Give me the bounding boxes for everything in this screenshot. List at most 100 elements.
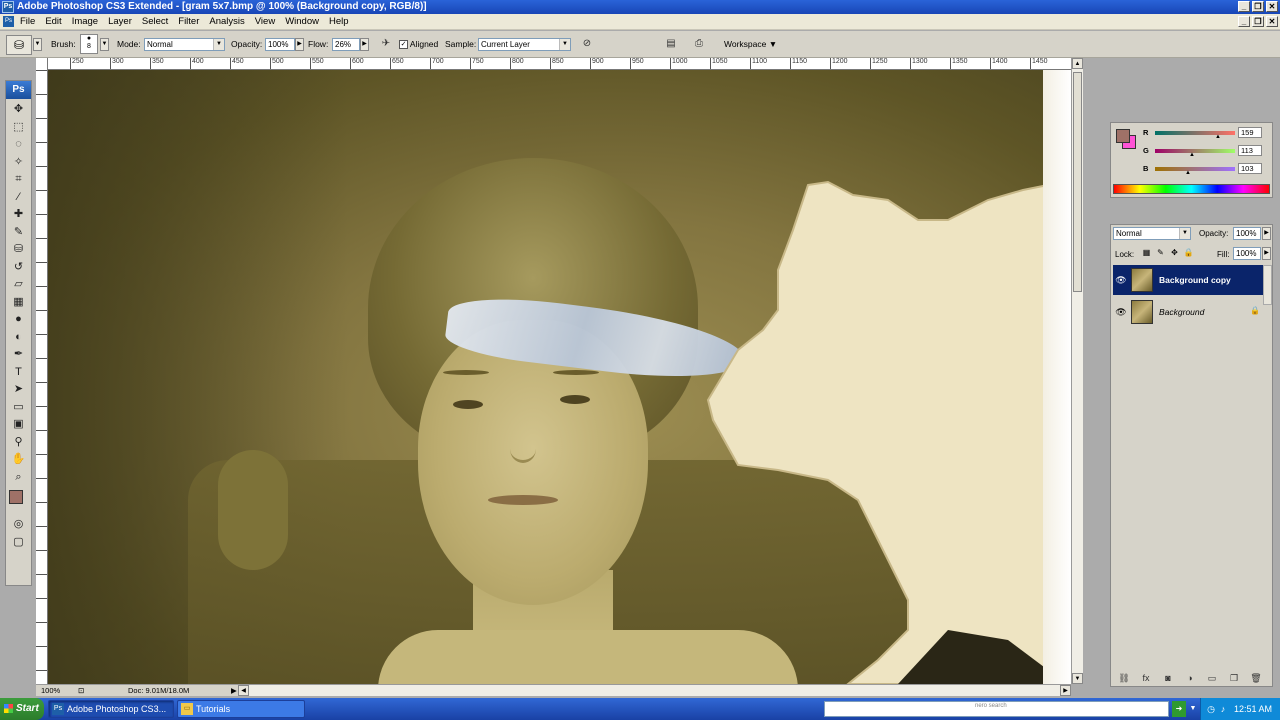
restore-button[interactable]: ❐ — [1252, 1, 1264, 12]
green-slider-knob[interactable]: ▲ — [1189, 152, 1195, 158]
brush-picker-arrow[interactable]: ▼ — [100, 38, 109, 51]
search-go-icon[interactable]: ➜ — [1172, 701, 1186, 717]
aligned-checkbox[interactable]: ✓ — [399, 40, 408, 50]
pen-tool-icon[interactable]: ✒ — [9, 346, 29, 364]
start-button[interactable]: Start — [0, 698, 44, 720]
shape-tool-icon[interactable]: ▭ — [9, 399, 29, 417]
document-canvas[interactable] — [48, 70, 1071, 684]
red-slider-knob[interactable]: ▲ — [1215, 134, 1221, 140]
flow-slider-arrow[interactable]: ▶ — [360, 38, 369, 51]
lasso-tool-icon[interactable]: ◌ — [9, 136, 29, 154]
new-layer-icon[interactable]: ❐ — [1227, 672, 1241, 684]
status-menu-icon[interactable]: ⊡ — [78, 685, 84, 696]
move-tool-icon[interactable]: ✥ — [9, 101, 29, 119]
airbrush-icon[interactable]: ✈ — [379, 37, 393, 51]
document-icon[interactable]: Ps — [3, 16, 14, 27]
lock-transparency-icon[interactable]: ▦ — [1141, 247, 1152, 258]
network-icon[interactable]: ◷ — [1205, 703, 1217, 715]
magic-wand-icon[interactable]: ✧ — [9, 154, 29, 172]
visibility-eye-icon[interactable]: 👁 — [1115, 306, 1127, 318]
blue-value-input[interactable]: 103 — [1238, 163, 1262, 174]
eyedropper-icon[interactable]: ⁄ — [9, 189, 29, 207]
red-slider[interactable] — [1155, 131, 1235, 135]
fill-input[interactable]: 100% — [1233, 247, 1261, 260]
workspace-menu[interactable]: Workspace ▼ — [724, 38, 777, 50]
menu-image[interactable]: Image — [72, 16, 98, 28]
lock-pixels-icon[interactable]: ✎ — [1155, 247, 1166, 258]
tool-preset-arrow[interactable]: ▼ — [33, 38, 42, 51]
gradient-tool-icon[interactable]: ▦ — [9, 294, 29, 312]
ignore-adjustment-layers-icon[interactable]: ⊘ — [580, 37, 594, 51]
green-slider[interactable] — [1155, 149, 1235, 153]
vertical-scroll-thumb[interactable] — [1073, 72, 1082, 292]
menu-view[interactable]: View — [255, 16, 275, 28]
path-selection-icon[interactable]: ➤ — [9, 381, 29, 399]
mode-select[interactable]: Normal — [144, 38, 225, 51]
scroll-right-button[interactable]: ▶ — [1060, 685, 1071, 696]
menu-select[interactable]: Select — [142, 16, 168, 28]
layers-scrollbar[interactable] — [1263, 265, 1272, 305]
menu-window[interactable]: Window — [285, 16, 319, 28]
blue-slider[interactable] — [1155, 167, 1235, 171]
search-dropdown-icon[interactable]: ▼ — [1188, 701, 1198, 717]
scroll-up-button[interactable]: ▲ — [1072, 58, 1083, 69]
ps-logo[interactable]: Ps — [6, 81, 31, 99]
quick-mask-icon[interactable]: ◎ — [9, 516, 29, 534]
green-value-input[interactable]: 113 — [1238, 145, 1262, 156]
menu-layer[interactable]: Layer — [108, 16, 132, 28]
zoom-level[interactable]: 100% — [41, 685, 60, 696]
tool-presets-icon[interactable]: ⎙ — [692, 37, 706, 51]
horizontal-scrollbar[interactable]: ◀ ▶ — [238, 684, 1071, 696]
opacity-input[interactable]: 100% — [265, 38, 295, 51]
red-value-input[interactable]: 159 — [1238, 127, 1262, 138]
type-tool-icon[interactable]: T — [9, 364, 29, 382]
brush-tool-icon[interactable]: ✎ — [9, 224, 29, 242]
menu-filter[interactable]: Filter — [178, 16, 199, 28]
healing-brush-icon[interactable]: ✚ — [9, 206, 29, 224]
blur-tool-icon[interactable]: ● — [9, 311, 29, 329]
brushes-palette-icon[interactable]: ▤ — [664, 37, 678, 51]
history-brush-icon[interactable]: ↺ — [9, 259, 29, 277]
vertical-scrollbar[interactable]: ▲ ▼ — [1071, 58, 1083, 684]
blue-slider-knob[interactable]: ▲ — [1185, 170, 1191, 176]
taskbar-item-photoshop[interactable]: Ps Adobe Photoshop CS3... — [48, 700, 174, 718]
layer-row-background-copy[interactable]: 👁 Background copy — [1113, 265, 1264, 295]
visibility-eye-icon[interactable]: 👁 — [1115, 274, 1127, 286]
menu-help[interactable]: Help — [329, 16, 349, 28]
link-layers-icon[interactable]: ⛓ — [1117, 672, 1131, 684]
scroll-down-button[interactable]: ▼ — [1072, 673, 1083, 684]
delete-layer-icon[interactable]: 🗑 — [1249, 672, 1263, 684]
screen-mode-icon[interactable]: ▢ — [9, 534, 29, 552]
menu-analysis[interactable]: Analysis — [209, 16, 244, 28]
hand-tool-icon[interactable]: ✋ — [9, 451, 29, 469]
minimize-button[interactable]: _ — [1238, 1, 1250, 12]
taskbar-item-tutorials[interactable]: ▭ Tutorials — [177, 700, 305, 718]
lock-position-icon[interactable]: ✥ — [1169, 247, 1180, 258]
volume-icon[interactable]: ♪ — [1217, 703, 1229, 715]
flow-input[interactable]: 26% — [332, 38, 360, 51]
layer-style-icon[interactable]: fx — [1139, 672, 1153, 684]
clone-stamp-icon[interactable]: ⛁ — [9, 241, 29, 259]
doc-minimize-button[interactable]: _ — [1238, 16, 1250, 27]
foreground-color-swatch[interactable] — [9, 490, 23, 504]
aligned-option[interactable]: ✓ Aligned — [399, 38, 438, 50]
lock-all-icon[interactable]: 🔒 — [1183, 247, 1194, 258]
dodge-tool-icon[interactable]: ◐ — [9, 329, 29, 347]
tool-preset-picker[interactable]: ⛁ — [6, 35, 32, 55]
adjustment-layer-icon[interactable]: ◑ — [1183, 672, 1197, 684]
color-spectrum-bar[interactable] — [1113, 184, 1270, 194]
opacity-slider-arrow[interactable]: ▶ — [295, 38, 304, 51]
marquee-tool-icon[interactable]: ⬚ — [9, 119, 29, 137]
layer-row-background[interactable]: 👁 Background 🔒 — [1113, 297, 1264, 327]
close-button[interactable]: ✕ — [1266, 1, 1278, 12]
fill-arrow[interactable]: ▶ — [1262, 247, 1271, 260]
zoom-tool-icon[interactable]: ⌕ — [9, 469, 29, 487]
blend-mode-select[interactable]: Normal — [1113, 227, 1191, 240]
doc-restore-button[interactable]: ❐ — [1252, 16, 1264, 27]
sample-select[interactable]: Current Layer — [478, 38, 571, 51]
color-panel-fg-swatch[interactable] — [1116, 129, 1130, 143]
layer-opacity-arrow[interactable]: ▶ — [1262, 227, 1271, 240]
eyedropper-2-icon[interactable]: ⚲ — [9, 434, 29, 452]
menu-file[interactable]: File — [20, 16, 35, 28]
doc-close-button[interactable]: ✕ — [1266, 16, 1278, 27]
